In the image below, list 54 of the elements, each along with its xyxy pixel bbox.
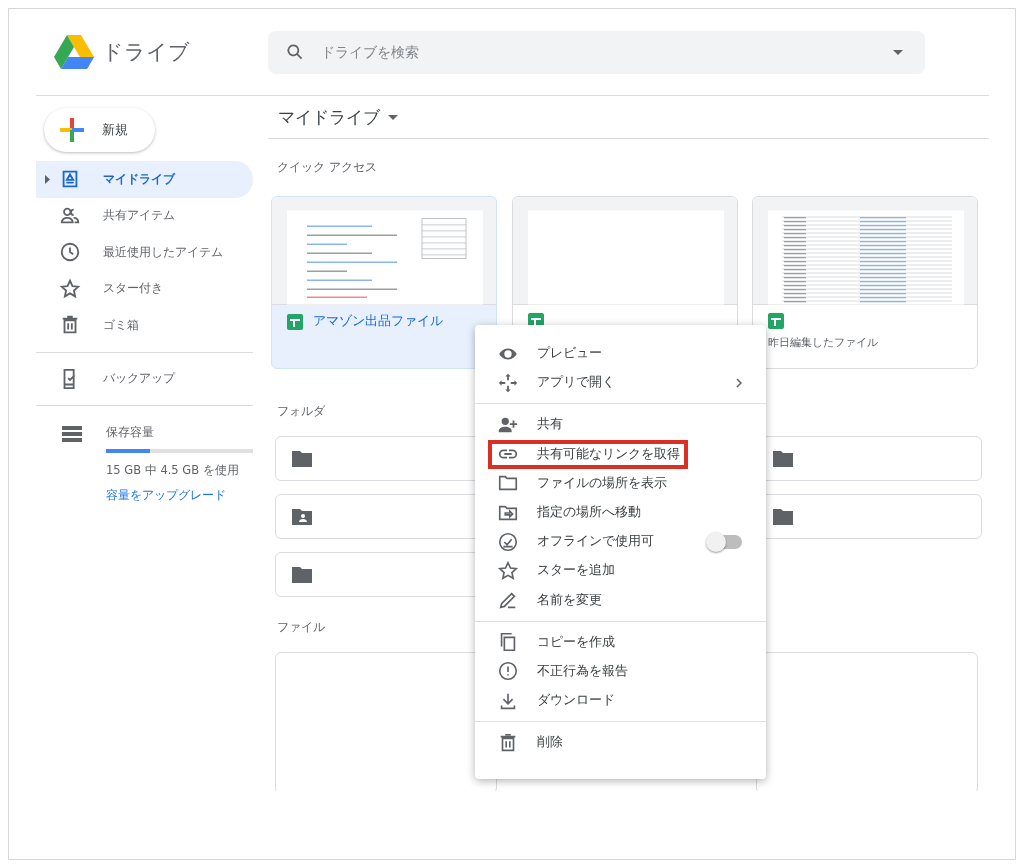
menu-item[interactable]: 共有可能なリンクを取得 (488, 439, 688, 469)
storage-label: 保存容量 (106, 424, 155, 441)
menu-item[interactable]: 削除 (475, 728, 766, 758)
upgrade-link[interactable]: 容量をアップグレード (106, 487, 253, 504)
menu-item[interactable]: 指定の場所へ移動 (475, 497, 766, 528)
folder-icon (292, 566, 312, 583)
breadcrumb-button[interactable]: マイドライブ (268, 105, 380, 129)
menu-item[interactable]: スターを追加 (475, 556, 766, 586)
section-title: クイック アクセス (276, 159, 378, 176)
spreadsheet-icon (287, 313, 303, 330)
folder-icon (773, 508, 793, 525)
sidebar-item[interactable]: バックアップ (36, 360, 253, 397)
folder-icon (773, 450, 793, 467)
menu-item[interactable]: 名前を変更 (475, 585, 766, 615)
section-title: フォルダ (276, 403, 326, 420)
menu-item[interactable]: 不正行為を報告 (475, 656, 766, 687)
storage-icon (62, 426, 82, 442)
menu-item[interactable]: アプリで開く (475, 368, 766, 398)
file-name: アマゾン出品ファイル (313, 313, 443, 330)
alert-icon (497, 660, 519, 683)
toggle-switch[interactable] (708, 534, 742, 549)
sidebar-item[interactable]: 共有アイテム (36, 197, 253, 234)
sidebar-item[interactable]: ゴミ箱 (36, 307, 253, 344)
sidebar-item[interactable]: 最近使用したアイテム (36, 234, 253, 271)
file-subtitle: 昨日編集したファイル (768, 335, 879, 350)
offline-icon (497, 530, 519, 553)
search-input[interactable]: ドライブを検索 (319, 43, 879, 61)
file-card[interactable]: 昨日編集したファイル (752, 196, 978, 369)
dropdown-icon[interactable] (893, 49, 903, 55)
menu-item[interactable]: コピーを作成 (475, 627, 766, 657)
star-icon (59, 277, 81, 300)
arrows-icon (497, 371, 519, 394)
search-field[interactable]: ドライブを検索 (268, 30, 925, 74)
clock-icon (59, 241, 81, 264)
search-icon (285, 42, 305, 62)
menu-item[interactable]: ダウンロード (475, 686, 766, 716)
menu-item[interactable]: 共有 (475, 410, 766, 440)
spreadsheet-icon (768, 313, 784, 329)
sidebar-item[interactable]: スター付き (36, 270, 253, 307)
shared-folder-icon (292, 508, 312, 525)
caret-icon[interactable] (388, 114, 398, 120)
star-icon (497, 559, 519, 582)
sidebar-item[interactable]: マイドライブ (36, 161, 253, 198)
drive-logo-icon (54, 35, 94, 69)
expand-arrow-icon[interactable] (45, 174, 50, 184)
app-name: ドライブ (102, 39, 190, 66)
menu-item[interactable]: ファイルの場所を表示 (475, 468, 766, 498)
folder-icon (292, 450, 312, 467)
menu-item[interactable]: オフラインで使用可 (475, 527, 766, 557)
file-card[interactable]: アマゾン出品ファイル (271, 196, 497, 369)
section-title: ファイル (276, 619, 326, 636)
storage-usage: 15 GB 中 4.5 GB を使用 (106, 463, 240, 478)
new-button[interactable]: 新規 (44, 108, 155, 152)
plus-icon (60, 118, 84, 142)
